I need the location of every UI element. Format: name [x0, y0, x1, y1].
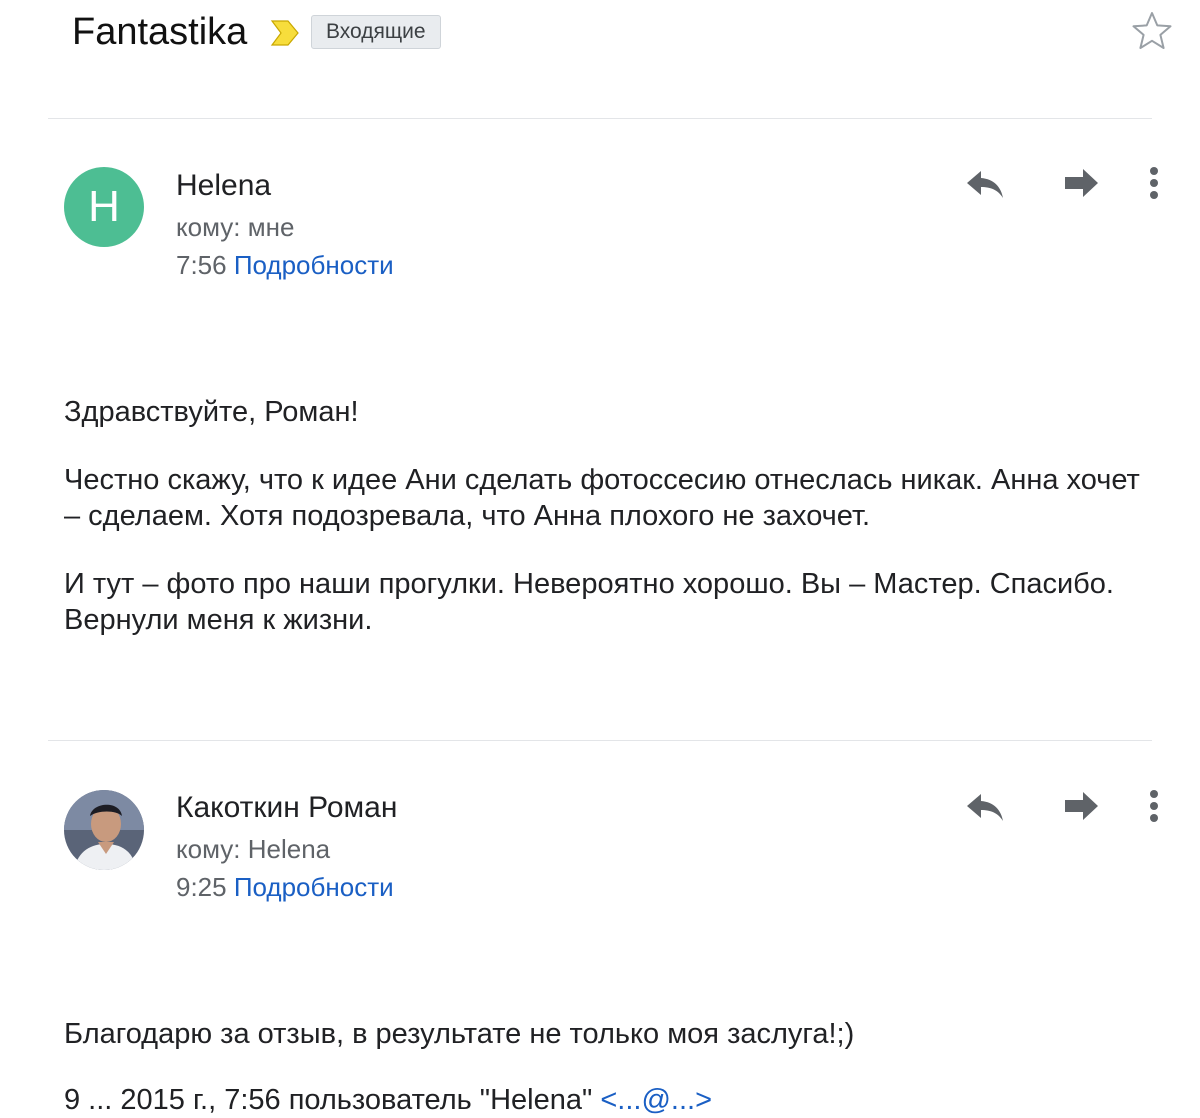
avatar-letter: H — [88, 182, 120, 231]
importance-marker-icon[interactable] — [270, 19, 300, 47]
body-paragraph: И тут – фото про наши прогулки. Невероят… — [64, 568, 1114, 636]
quoted-header-text: 9 ... 2015 г., 7:56 пользователь "Helena… — [64, 1084, 593, 1116]
recipient-line: кому: Helena — [176, 834, 331, 864]
message-time: 7:56 — [176, 250, 227, 280]
message-body: Благодарю за отзыв, в результате не толь… — [64, 1016, 1144, 1084]
divider — [48, 740, 1152, 741]
sender-name[interactable]: Какоткин Роман — [176, 790, 397, 826]
details-link[interactable]: Подробности — [234, 872, 394, 902]
recipient-line: кому: мне — [176, 212, 295, 242]
forward-icon[interactable] — [1059, 785, 1103, 829]
details-link[interactable]: Подробности — [234, 250, 394, 280]
quoted-header-line: 9 ... 2015 г., 7:56 пользователь "Helena… — [64, 1082, 712, 1118]
forward-icon[interactable] — [1059, 162, 1103, 206]
reply-icon[interactable] — [963, 785, 1007, 829]
avatar[interactable]: H — [64, 167, 144, 247]
star-icon[interactable] — [1131, 10, 1173, 52]
body-paragraph: Благодарю за отзыв, в результате не толь… — [64, 1018, 855, 1050]
reply-icon[interactable] — [963, 162, 1007, 206]
message-body: Здравствуйте, Роман! Честно скажу, что к… — [64, 394, 1144, 670]
more-vert-icon[interactable] — [1132, 162, 1176, 206]
divider — [48, 118, 1152, 119]
message-time: 9:25 — [176, 872, 227, 902]
quoted-email-link[interactable]: <...@...> — [600, 1084, 712, 1116]
more-vert-icon[interactable] — [1132, 785, 1176, 829]
thread-header: Fantastika Входящие — [0, 0, 1200, 80]
message-meta: 9:25 Подробности — [176, 871, 394, 903]
label-chip-inbox[interactable]: Входящие — [311, 15, 441, 49]
body-paragraph: Здравствуйте, Роман! — [64, 396, 359, 428]
sender-name[interactable]: Helena — [176, 168, 271, 204]
profile-photo-icon — [64, 790, 144, 870]
thread-subject: Fantastika — [72, 11, 248, 53]
message-meta: 7:56 Подробности — [176, 249, 394, 281]
avatar[interactable] — [64, 790, 144, 870]
body-paragraph: Честно скажу, что к идее Ани сделать фот… — [64, 464, 1140, 532]
